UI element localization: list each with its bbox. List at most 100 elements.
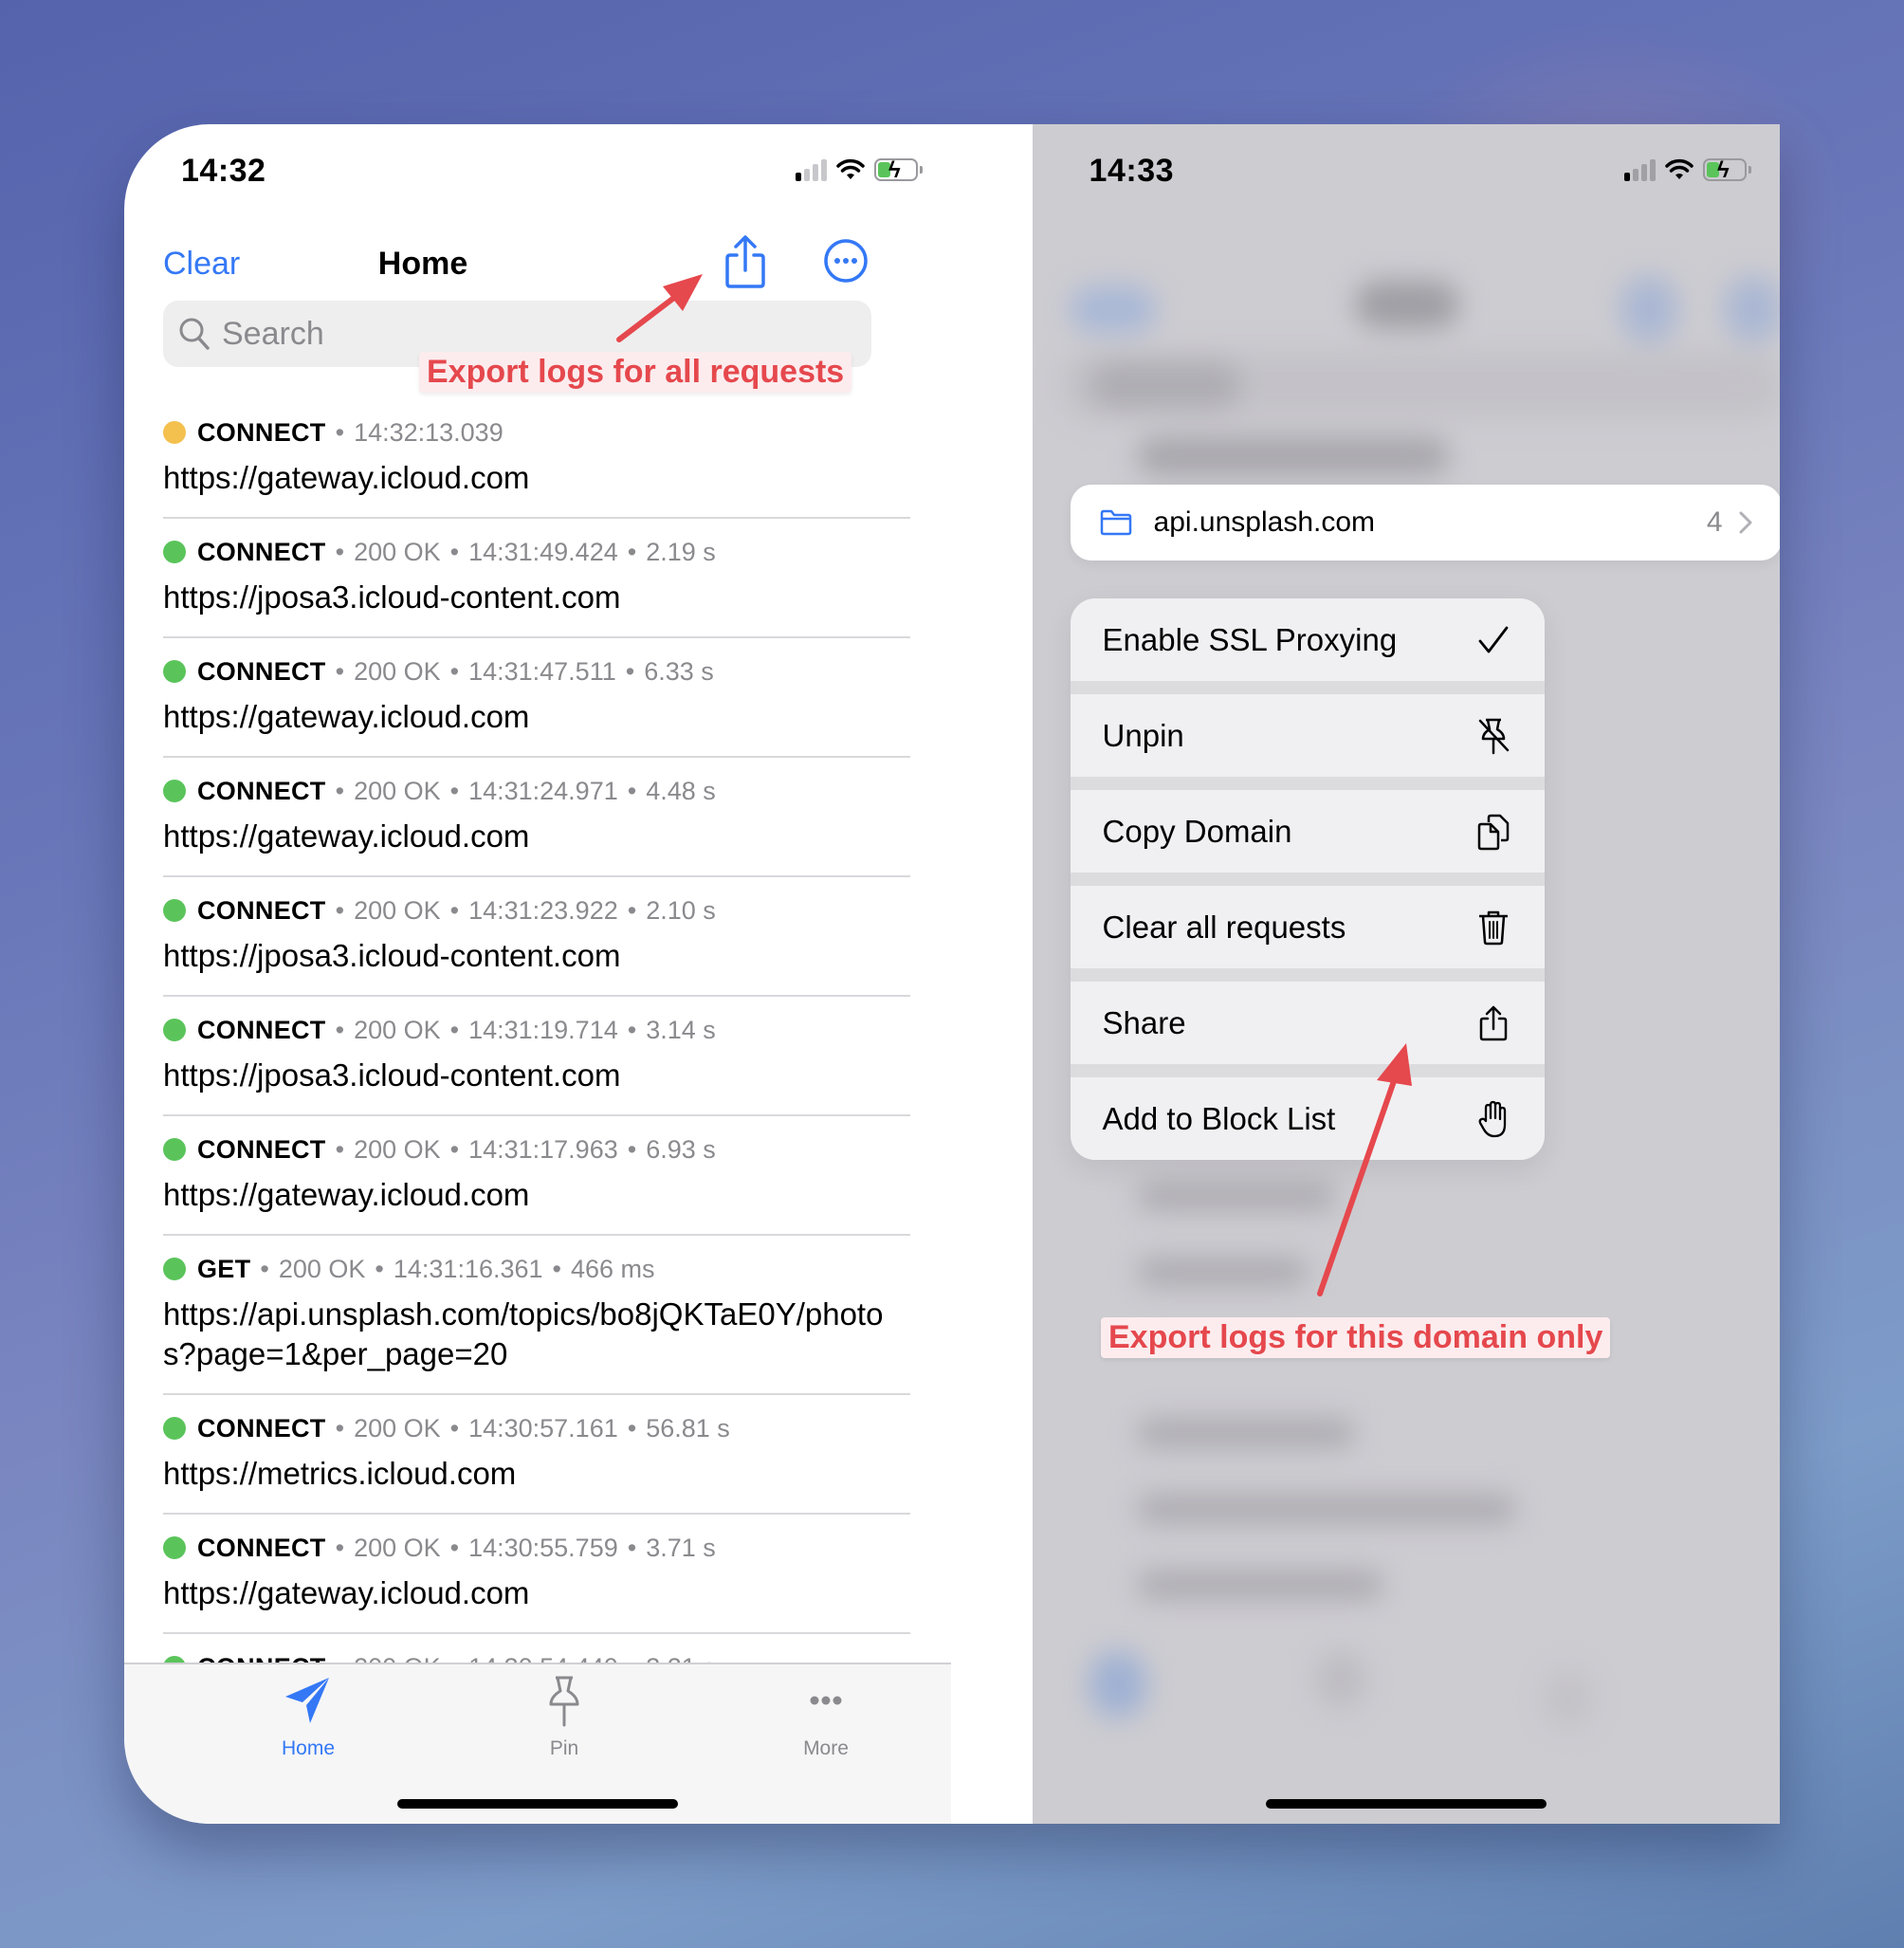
- request-meta-value: 14:31:23.922: [468, 895, 618, 925]
- tab-pin[interactable]: Pin: [488, 1674, 640, 1760]
- more-options-button[interactable]: [823, 238, 869, 284]
- home-indicator: [397, 1799, 679, 1809]
- home-indicator: [1265, 1799, 1547, 1809]
- request-meta: CONNECT • 200 OK • 14:31:24.971 • 4.48 s: [163, 758, 910, 811]
- request-meta-value: 6.33 s: [644, 656, 714, 686]
- search-input[interactable]: [222, 315, 791, 353]
- request-method: CONNECT: [197, 537, 326, 566]
- menu-item-label: Copy Domain: [1102, 813, 1292, 849]
- separator-dot: •: [449, 1134, 460, 1164]
- request-meta-value: 14:31:24.971: [468, 776, 618, 805]
- separator-dot: •: [627, 1533, 637, 1562]
- request-meta-value: 14:31:47.511: [468, 656, 616, 686]
- status-bar: 14:33 ϟ: [1033, 124, 1780, 219]
- menu-item-unpin[interactable]: Unpin: [1070, 694, 1545, 777]
- request-row[interactable]: CONNECT • 200 OK • 14:31:23.922 • 2.10 s https:…: [163, 877, 910, 997]
- status-dot-icon: [163, 1536, 186, 1559]
- request-row[interactable]: CONNECT • 200 OK • 14:31:49.424 • 2.19 s https:…: [163, 519, 910, 638]
- request-row[interactable]: CONNECT • 200 OK • 14:30:57.161 • 56.81 s https…: [163, 1395, 910, 1515]
- paperplane-icon: [285, 1678, 329, 1723]
- tab-bar: Home Pin More: [124, 1663, 952, 1824]
- separator-dot: •: [627, 895, 637, 925]
- request-url: https://gateway.icloud.com: [163, 1575, 530, 1610]
- menu-item-add-to-block-list[interactable]: Add to Block List: [1070, 1077, 1545, 1160]
- menu-item-copy-domain[interactable]: Copy Domain: [1070, 790, 1545, 873]
- status-dot-icon: [163, 1258, 186, 1280]
- request-method: GET: [197, 1254, 251, 1283]
- menu-item-label: Unpin: [1102, 717, 1184, 753]
- request-row[interactable]: CONNECT • 200 OK • 14:31:24.971 • 4.48 s https:…: [163, 758, 910, 877]
- separator-dot: •: [335, 776, 345, 805]
- ellipsis-circle-icon: [824, 239, 868, 283]
- request-row[interactable]: CONNECT • 200 OK • 14:30:55.759 • 3.71 s https:…: [163, 1515, 910, 1634]
- share-icon: [725, 235, 765, 288]
- request-row[interactable]: GET • 200 OK • 14:31:16.361 • 466 ms https://ap…: [163, 1236, 910, 1395]
- request-meta-value: 14:30:55.759: [468, 1533, 618, 1562]
- request-meta-value: 200 OK: [354, 895, 441, 925]
- tab-more-label: More: [803, 1737, 849, 1759]
- copy-icon: [1477, 814, 1509, 850]
- menu-item-enable-ssl-proxying[interactable]: Enable SSL Proxying: [1070, 598, 1545, 681]
- share-icon: [1479, 1005, 1507, 1040]
- separator-dot: •: [552, 1254, 561, 1283]
- request-meta-value: 4.48 s: [646, 776, 716, 805]
- menu-item-label: Share: [1102, 1004, 1186, 1040]
- separator-dot: •: [335, 656, 345, 686]
- export-share-button[interactable]: [722, 234, 769, 291]
- separator-dot: •: [260, 1254, 269, 1283]
- request-row[interactable]: CONNECT • 14:32:13.039 https://gateway.iclo…: [163, 399, 910, 519]
- menu-item-share[interactable]: Share: [1070, 982, 1545, 1064]
- separator-dot: •: [627, 1015, 637, 1044]
- context-menu: Enable SSL Proxying Unpin Copy Domain Cl…: [1070, 598, 1545, 1160]
- request-url: https://jposa3.icloud-content.com: [163, 579, 621, 615]
- wifi-icon: [836, 158, 865, 179]
- screenshot-frame: 14:32 ϟ Clear Home Search CONNECT • 14:3…: [124, 124, 1780, 1824]
- hand-icon: [1478, 1100, 1506, 1137]
- menu-item-clear-all-requests[interactable]: Clear all requests: [1070, 886, 1545, 968]
- tab-pin-label: Pin: [549, 1737, 579, 1759]
- screenshot-gap: [951, 124, 1033, 1824]
- request-meta: CONNECT • 200 OK • 14:31:47.511 • 6.33 s: [163, 638, 910, 691]
- request-meta-value: 2.10 s: [646, 895, 716, 925]
- separator-dot: •: [335, 1134, 345, 1164]
- status-dot-icon: [163, 541, 186, 563]
- menu-item-label: Clear all requests: [1102, 909, 1346, 945]
- request-meta-value: 200 OK: [354, 537, 441, 566]
- request-row[interactable]: CONNECT • 200 OK • 14:31:19.714 • 3.14 s https:…: [163, 997, 910, 1116]
- wifi-icon: [1665, 158, 1693, 179]
- separator-dot: •: [627, 776, 637, 805]
- request-meta-value: 14:31:17.963: [468, 1134, 618, 1164]
- menu-item-label: Add to Block List: [1102, 1100, 1336, 1136]
- request-meta-value: 466 ms: [570, 1254, 655, 1283]
- request-row[interactable]: CONNECT • 200 OK • 14:31:47.511 • 6.33 s https:…: [163, 638, 910, 758]
- status-dot-icon: [163, 1417, 186, 1440]
- request-row[interactable]: CONNECT • 200 OK • 14:31:17.963 • 6.93 s https:…: [163, 1116, 910, 1236]
- request-meta-value: 56.81 s: [646, 1413, 730, 1443]
- separator-dot: •: [449, 656, 460, 686]
- request-meta-value: 200 OK: [354, 1015, 441, 1044]
- status-dot-icon: [163, 899, 186, 922]
- separator-dot: •: [449, 1413, 460, 1443]
- request-method: CONNECT: [197, 1015, 326, 1044]
- request-meta-value: 200 OK: [354, 1134, 441, 1164]
- checkmark-icon: [1478, 626, 1508, 652]
- request-url: https://gateway.icloud.com: [163, 1177, 530, 1212]
- request-url: https://gateway.icloud.com: [163, 699, 530, 734]
- request-meta: CONNECT • 200 OK • 14:31:49.424 • 2.19 s: [163, 519, 910, 572]
- request-meta-value: 14:32:13.039: [354, 417, 503, 447]
- search-icon: [179, 318, 210, 350]
- separator-dot: •: [335, 1015, 345, 1044]
- request-url: https://jposa3.icloud-content.com: [163, 938, 621, 973]
- request-meta-value: 14:31:49.424: [468, 537, 618, 566]
- tab-home[interactable]: Home: [232, 1674, 384, 1760]
- status-icons: ϟ: [796, 157, 924, 183]
- request-meta: CONNECT • 200 OK • 14:31:17.963 • 6.93 s: [163, 1116, 910, 1169]
- tab-more[interactable]: More: [750, 1674, 902, 1760]
- status-icons: ϟ: [1624, 157, 1751, 183]
- status-bar: 14:32 ϟ: [124, 124, 951, 219]
- request-meta: CONNECT • 200 OK • 14:30:57.161 • 56.81 s: [163, 1395, 910, 1448]
- request-meta-value: 200 OK: [354, 1413, 441, 1443]
- separator-dot: •: [335, 537, 345, 566]
- separator-dot: •: [625, 656, 635, 686]
- domain-row-card[interactable]: api.unsplash.com 4: [1070, 485, 1780, 561]
